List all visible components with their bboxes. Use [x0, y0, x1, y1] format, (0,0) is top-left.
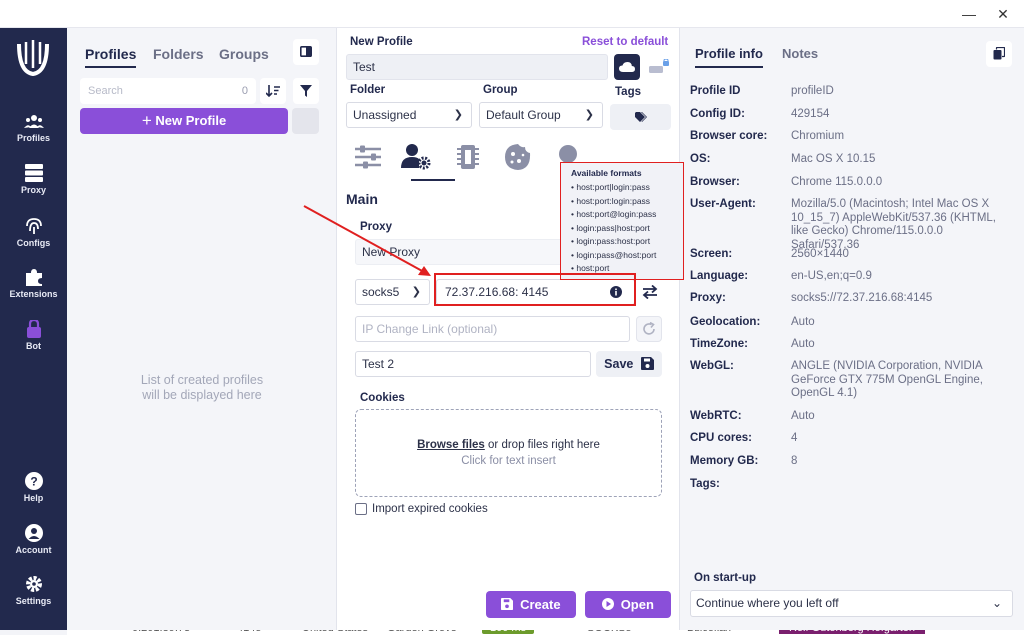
- app-window: — ✕ Profiles Proxy Configs Extensions Bo…: [0, 0, 1024, 630]
- annotation-arrow: [303, 205, 431, 276]
